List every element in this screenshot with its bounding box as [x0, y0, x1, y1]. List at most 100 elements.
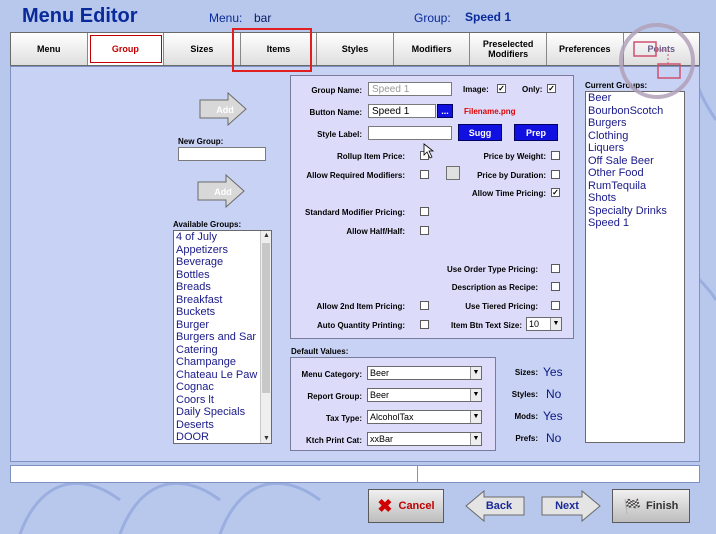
available-group-item[interactable]: Burgers and Sar — [174, 331, 271, 344]
current-group-item[interactable]: Shots — [586, 192, 684, 205]
add-arrow-button-top[interactable]: Add — [198, 92, 248, 126]
current-group-item[interactable]: Burgers — [586, 117, 684, 130]
auto-quantity-printing-checkbox[interactable] — [420, 320, 429, 329]
available-group-item[interactable]: Appetizers — [174, 244, 271, 257]
status-bar — [10, 465, 700, 483]
current-group-item[interactable]: Other Food — [586, 167, 684, 180]
use-order-type-pricing-checkbox[interactable] — [551, 264, 560, 273]
mods-summary-label: Mods: — [514, 412, 538, 421]
price-by-weight-checkbox[interactable] — [551, 151, 560, 160]
available-group-item[interactable]: Bottles — [174, 269, 271, 282]
description-as-recipe-label: Description as Recipe: — [451, 283, 538, 292]
tab-preferences[interactable]: Preferences — [546, 33, 624, 65]
only-checkbox[interactable]: ✓ — [547, 84, 556, 93]
group-name-input[interactable]: Speed 1 — [368, 82, 452, 96]
modifier-settings-icon[interactable] — [446, 166, 460, 180]
browse-button[interactable]: ... — [437, 104, 453, 118]
available-group-item[interactable]: Coors lt — [174, 394, 271, 407]
tab-menu[interactable]: Menu — [11, 33, 88, 65]
styles-summary-label: Styles: — [511, 390, 538, 399]
finish-button[interactable]: 🏁 Finish — [612, 489, 690, 523]
tab-sizes[interactable]: Sizes — [164, 33, 241, 65]
allow-2nd-item-pricing-checkbox[interactable] — [420, 301, 429, 310]
available-groups-list[interactable]: 4 of July Appetizers Beverage Bottles Breads… — [173, 230, 272, 444]
tab-group[interactable]: Group — [87, 33, 165, 65]
ktch-print-cat-label: Ktch Print Cat: — [306, 436, 362, 445]
available-groups-scrollbar[interactable]: ▲ ▼ — [260, 231, 271, 443]
available-group-item[interactable]: 4 of July — [174, 231, 271, 244]
cancel-label: Cancel — [398, 500, 435, 512]
styles-summary-value: No — [546, 387, 562, 401]
available-group-item[interactable]: Breakfast — [174, 294, 271, 307]
prep-button[interactable]: Prep — [514, 124, 558, 141]
available-group-item[interactable]: Champange — [174, 356, 271, 369]
next-button[interactable]: Next — [540, 489, 602, 523]
chevron-down-icon: ▼ — [470, 433, 481, 445]
standard-modifier-pricing-checkbox[interactable] — [420, 207, 429, 216]
menu-category-label: Menu Category: — [301, 370, 362, 379]
group-name-label: Group Name: — [311, 86, 362, 95]
tab-preselected-modifiers[interactable]: Preselected Modifiers — [470, 33, 547, 65]
allow-half-half-checkbox[interactable] — [420, 226, 429, 235]
price-by-duration-checkbox[interactable] — [551, 170, 560, 179]
item-btn-text-size-select[interactable]: 10 ▼ — [526, 317, 562, 331]
use-tiered-pricing-checkbox[interactable] — [551, 301, 560, 310]
back-button[interactable]: Back — [464, 489, 526, 523]
add-arrow-button-bottom[interactable]: Add — [196, 174, 246, 208]
auto-quantity-printing-label: Auto Quantity Printing: — [317, 321, 405, 330]
current-group-item[interactable]: BourbonScotch — [586, 105, 684, 118]
available-group-item[interactable]: Chateau Le Paw — [174, 369, 271, 382]
points-monitor-icon — [619, 23, 695, 99]
group-value: Speed 1 — [465, 10, 512, 24]
current-group-item[interactable]: Off Sale Beer — [586, 155, 684, 168]
scroll-up-icon[interactable]: ▲ — [262, 232, 271, 239]
available-group-item[interactable]: Breads — [174, 281, 271, 294]
button-name-input[interactable]: Speed 1 — [368, 104, 436, 118]
available-group-item[interactable]: Burger — [174, 319, 271, 332]
allow-required-modifiers-label: Allow Required Modifiers: — [306, 171, 405, 180]
price-by-weight-label: Price by Weight: — [483, 152, 546, 161]
scroll-thumb[interactable] — [262, 243, 270, 393]
available-group-item[interactable]: Daily Specials — [174, 406, 271, 419]
chevron-down-icon: ▼ — [550, 318, 561, 330]
ktch-print-cat-select[interactable]: xxBar ▼ — [367, 432, 482, 446]
tab-styles[interactable]: Styles — [317, 33, 394, 65]
current-group-item[interactable]: RumTequila — [586, 180, 684, 193]
allow-2nd-item-pricing-label: Allow 2nd Item Pricing: — [316, 302, 405, 311]
add-label-top: Add — [216, 105, 234, 115]
report-group-select[interactable]: Beer ▼ — [367, 388, 482, 402]
available-group-item[interactable]: DOOR — [174, 431, 271, 443]
menu-label: Menu: — [209, 11, 243, 25]
available-group-item[interactable]: Buckets — [174, 306, 271, 319]
available-group-item[interactable]: Beverage — [174, 256, 271, 269]
tab-bar: Menu Group Sizes Items Styles Modifiers … — [10, 32, 700, 66]
description-as-recipe-checkbox[interactable] — [551, 282, 560, 291]
current-group-item[interactable]: Clothing — [586, 130, 684, 143]
allow-time-pricing-checkbox[interactable]: ✓ — [551, 188, 560, 197]
new-group-input[interactable] — [178, 147, 266, 161]
available-group-item[interactable]: Cognac — [174, 381, 271, 394]
close-icon: ✖ — [377, 495, 393, 516]
allow-required-modifiers-checkbox[interactable] — [420, 170, 429, 179]
menu-category-select[interactable]: Beer ▼ — [367, 366, 482, 380]
current-group-item[interactable]: Liquers — [586, 142, 684, 155]
sugg-button[interactable]: Sugg — [458, 124, 502, 141]
allow-time-pricing-label: Allow Time Pricing: — [471, 189, 546, 198]
current-group-item[interactable]: Speed 1 — [586, 217, 684, 230]
cancel-button[interactable]: ✖ Cancel — [368, 489, 444, 523]
current-group-item[interactable]: Specialty Drinks — [586, 205, 684, 218]
only-label: Only: — [522, 85, 543, 94]
tax-type-select[interactable]: AlcoholTax ▼ — [367, 410, 482, 424]
current-groups-list[interactable]: Beer BourbonScotch Burgers Clothing Liquers O… — [585, 91, 685, 443]
available-group-item[interactable]: Deserts — [174, 419, 271, 432]
style-label-input[interactable] — [368, 126, 452, 140]
prefs-summary-label: Prefs: — [515, 434, 538, 443]
tax-type-value: AlcoholTax — [370, 412, 414, 422]
items-tab-highlight — [232, 28, 312, 72]
image-checkbox[interactable]: ✓ — [497, 84, 506, 93]
use-tiered-pricing-label: Use Tiered Pricing: — [465, 302, 538, 311]
scroll-down-icon[interactable]: ▼ — [262, 435, 271, 442]
tab-modifiers[interactable]: Modifiers — [393, 33, 471, 65]
available-group-item[interactable]: Catering — [174, 344, 271, 357]
item-btn-text-size-value: 10 — [529, 319, 540, 329]
